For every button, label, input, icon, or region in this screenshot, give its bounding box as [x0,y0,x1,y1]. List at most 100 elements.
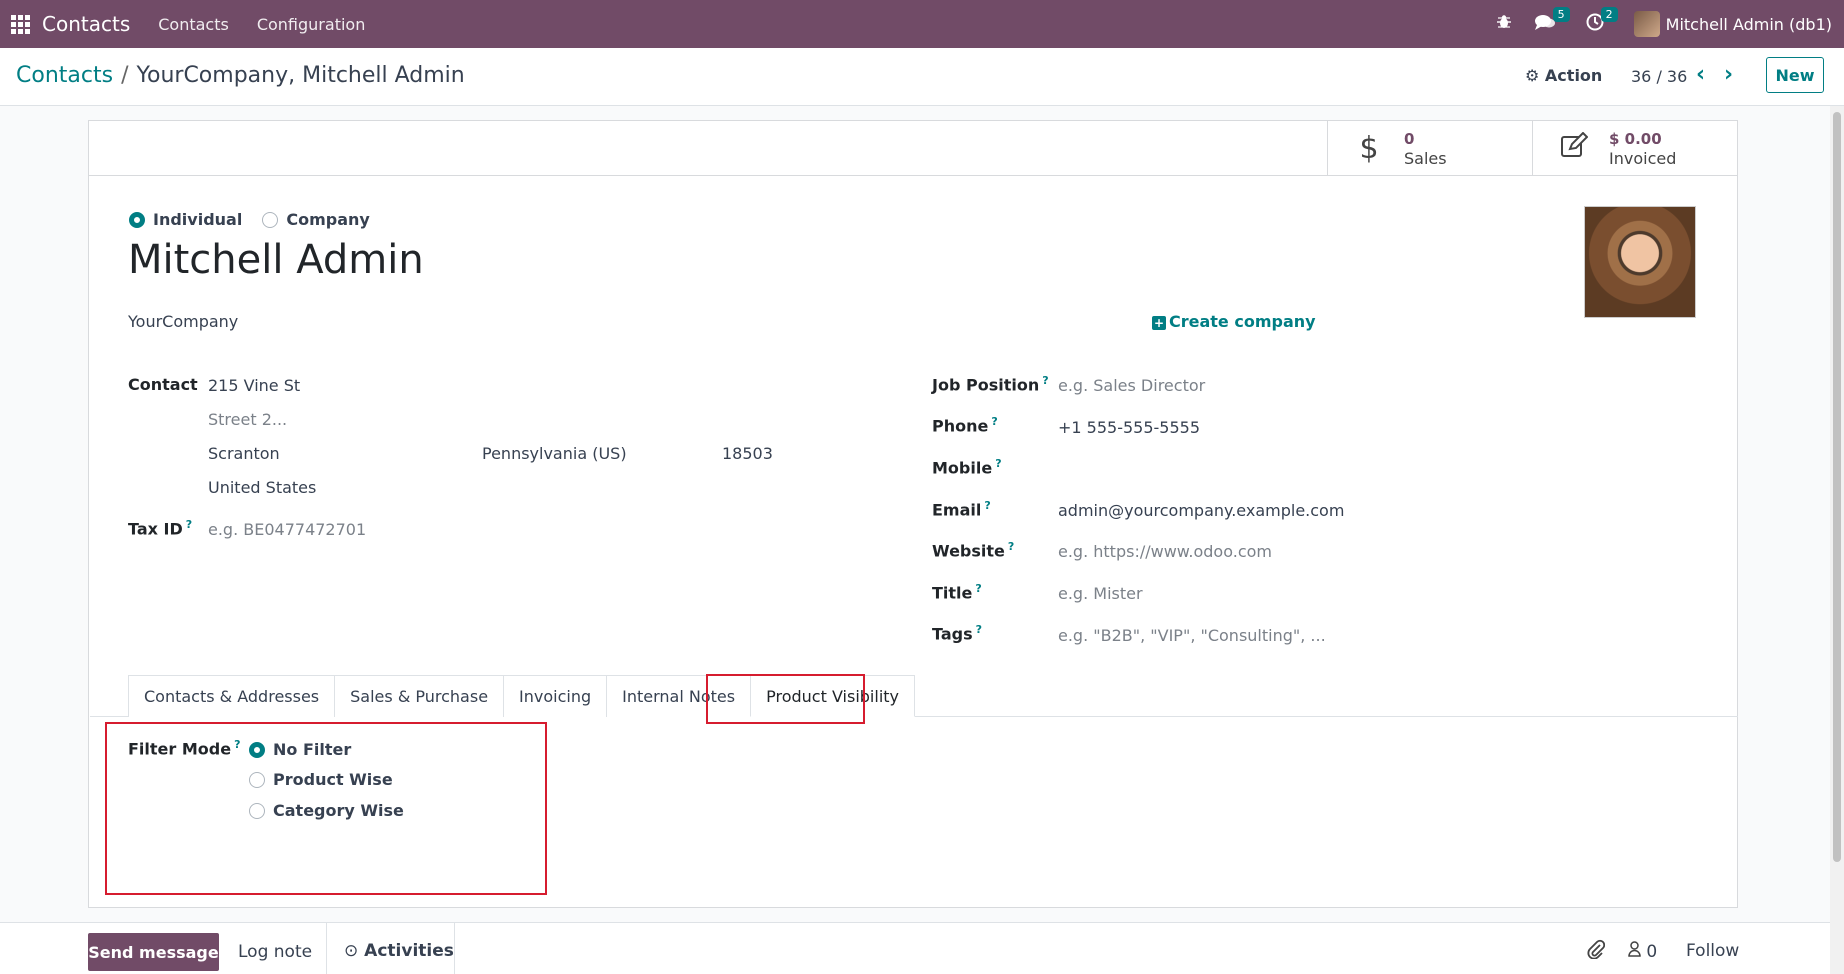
help-icon[interactable]: ? [975,582,981,595]
help-icon[interactable]: ? [991,415,997,428]
clock-icon: ⊙ [344,941,359,961]
log-note-button[interactable]: Log note [238,942,312,962]
app-name[interactable]: Contacts [42,12,130,36]
tax-id-label: Tax ID? [128,518,192,538]
send-message-button[interactable]: Send message [88,933,219,971]
menu-contacts[interactable]: Contacts [158,15,229,34]
top-navbar: Contacts Contacts Configuration 5 2 Mitc… [0,0,1844,48]
street-field[interactable]: 215 Vine St [208,376,300,395]
gear-icon: ⚙ [1525,66,1540,85]
mobile-label: Mobile? [932,457,1002,477]
individual-label[interactable]: Individual [153,210,242,229]
email-label: Email? [932,499,991,519]
scrollbar[interactable] [1830,106,1844,974]
scrollbar-thumb[interactable] [1833,112,1841,862]
control-panel: Contacts / YourCompany, Mitchell Admin ⚙… [0,48,1844,106]
sales-count: 0 [1404,129,1415,148]
edit-icon [1553,131,1595,166]
follow-button[interactable]: Follow [1686,941,1739,961]
individual-radio[interactable] [129,211,145,228]
paperclip-icon[interactable] [1587,939,1606,964]
chat-icon[interactable]: 5 [1534,6,1570,36]
street2-field[interactable]: Street 2... [208,410,287,429]
avatar[interactable] [1584,206,1696,318]
clock-icon[interactable]: 2 [1586,6,1618,36]
help-icon[interactable]: ? [976,623,982,636]
phone-field[interactable]: +1 555-555-5555 [1058,418,1200,437]
dollar-icon: $ [1359,131,1379,166]
tab-highlight-box [706,674,865,724]
help-icon[interactable]: ? [1008,540,1014,553]
job-position-field[interactable]: e.g. Sales Director [1058,376,1205,395]
user-icon [1628,941,1646,962]
sales-label: Sales [1404,148,1447,168]
filter-highlight-box [105,722,547,895]
pager-prev-icon[interactable]: ‹ [1696,62,1705,87]
phone-label: Phone? [932,415,998,435]
company-radio[interactable] [262,211,279,228]
pager-value[interactable]: 36 / 36 [1631,67,1687,86]
divider [326,923,327,974]
state-field[interactable]: Pennsylvania (US) [482,444,627,463]
partner-type-radio-group: Individual Company [129,210,370,229]
company-label[interactable]: Company [286,210,369,229]
title-field[interactable]: e.g. Mister [1058,584,1143,603]
invoiced-label: Invoiced [1609,148,1677,168]
mobile-field[interactable] [1058,457,1458,479]
divider [454,923,455,974]
invoiced-amount: $ 0.00 [1609,129,1662,148]
messages-badge: 5 [1552,6,1570,22]
pager-next-icon[interactable]: › [1724,62,1733,87]
tab-contacts-addresses[interactable]: Contacts & Addresses [128,675,336,717]
tags-field[interactable]: e.g. "B2B", "VIP", "Consulting", ... [1058,626,1326,645]
activities-label: Activities [364,941,454,961]
tab-invoicing[interactable]: Invoicing [503,675,608,717]
tax-id-text: Tax ID [128,519,183,539]
help-icon[interactable]: ? [984,499,990,512]
parent-company[interactable]: YourCompany [128,312,238,331]
title-text: Title [932,583,973,603]
help-icon[interactable]: ? [995,457,1001,470]
job-position-label: Job Position? [932,374,1049,394]
chatter-topbar: Send message Log note ⊙ Activities 0 Fol… [0,922,1830,974]
action-label: Action [1544,66,1603,85]
action-menu-button[interactable]: ⚙ Action [1525,66,1602,85]
tags-text: Tags [932,624,973,644]
breadcrumb-contacts[interactable]: Contacts [16,63,113,88]
title-label: Title? [932,582,982,602]
plus-icon: + [1152,316,1166,330]
activities-button[interactable]: ⊙ Activities [344,941,454,961]
menu-configuration[interactable]: Configuration [257,15,366,34]
breadcrumb: Contacts / YourCompany, Mitchell Admin [16,63,465,88]
contact-label: Contact [128,375,198,394]
website-label: Website? [932,540,1014,560]
help-icon[interactable]: ? [186,518,192,531]
tags-label: Tags? [932,623,982,643]
followers-count: 0 [1646,942,1658,962]
email-field[interactable]: admin@yourcompany.example.com [1058,501,1344,520]
breadcrumb-current: YourCompany, Mitchell Admin [136,63,465,88]
partner-name[interactable]: Mitchell Admin [128,237,424,283]
tax-id-field[interactable]: e.g. BE0477472701 [208,520,366,539]
zip-field[interactable]: 18503 [722,444,773,463]
activities-badge: 2 [1600,6,1618,22]
followers-button[interactable]: 0 [1628,941,1657,962]
user-menu[interactable]: Mitchell Admin (db1) [1666,15,1832,34]
create-company-button[interactable]: + Create company [1152,312,1316,331]
country-field[interactable]: United States [208,478,316,497]
phone-text: Phone [932,416,989,436]
breadcrumb-separator: / [121,63,129,88]
new-button[interactable]: New [1766,57,1824,93]
website-field[interactable]: e.g. https://www.odoo.com [1058,542,1272,561]
mobile-text: Mobile [932,458,993,478]
help-icon[interactable]: ? [1042,374,1048,387]
city-field[interactable]: Scranton [208,444,280,463]
avatar[interactable] [1633,11,1660,37]
sales-stat-button[interactable]: $ 0 Sales [1327,121,1533,176]
tab-sales-purchase[interactable]: Sales & Purchase [334,675,505,717]
create-company-label: Create company [1169,312,1316,331]
invoiced-stat-button[interactable]: $ 0.00 Invoiced [1532,121,1738,176]
job-position-text: Job Position [932,375,1040,395]
bug-icon[interactable] [1496,14,1512,35]
apps-grid-icon[interactable] [0,0,40,48]
